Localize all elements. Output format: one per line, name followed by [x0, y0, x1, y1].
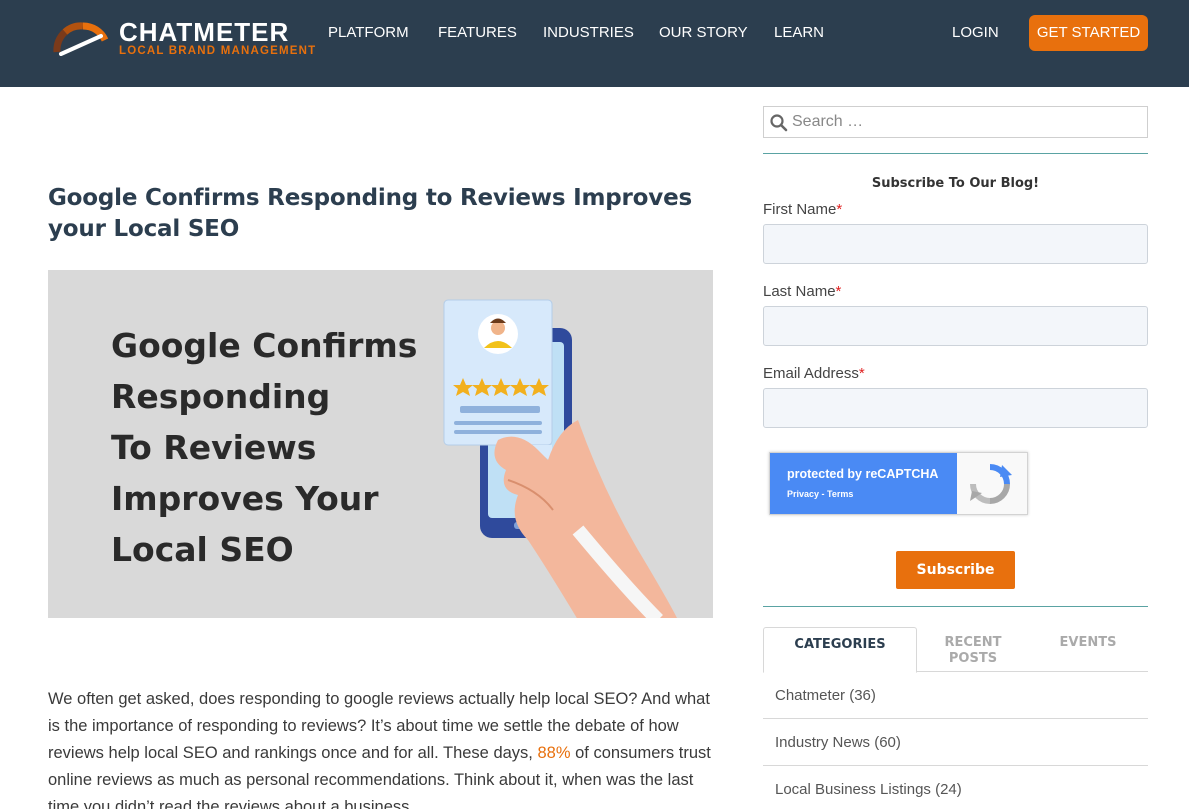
tab-recent-posts[interactable]: RECENT POSTS: [919, 627, 1027, 672]
nav-features[interactable]: FEATURES: [438, 24, 517, 42]
sidebar-tabs: CATEGORIES RECENT POSTS EVENTS: [763, 627, 1148, 673]
category-item-chatmeter[interactable]: Chatmeter (36): [763, 672, 1148, 719]
logo-tagline: LOCAL BRAND MANAGEMENT: [119, 45, 317, 57]
sidebar-divider: [763, 606, 1148, 607]
hero-headline: Google Confirms Responding To Reviews Im…: [111, 320, 441, 575]
get-started-button[interactable]: GET STARTED: [1029, 15, 1148, 51]
field-label-text: Email Address: [763, 365, 859, 382]
hero-line: To Reviews: [111, 428, 317, 467]
required-marker: *: [836, 201, 843, 218]
recaptcha-badge[interactable]: protected by reCAPTCHA Privacy - Terms: [769, 452, 1028, 515]
login-link[interactable]: LOGIN: [952, 24, 999, 42]
site-header: CHATMETER LOCAL BRAND MANAGEMENT PLATFOR…: [0, 0, 1189, 87]
hero-line: Google Confirms: [111, 326, 418, 365]
stat-link[interactable]: 88%: [537, 744, 570, 762]
field-label-text: Last Name: [763, 283, 836, 300]
recaptcha-panel: protected by reCAPTCHA Privacy - Terms: [770, 453, 957, 514]
required-marker: *: [858, 365, 865, 382]
hero-line: Responding: [111, 377, 331, 416]
gauge-logo-icon: [53, 22, 109, 56]
email-input[interactable]: [764, 389, 1147, 427]
first-name-input[interactable]: [764, 225, 1147, 263]
nav-industries[interactable]: INDUSTRIES: [543, 24, 634, 42]
nav-our-story[interactable]: OUR STORY: [659, 24, 748, 42]
email-field[interactable]: [763, 388, 1148, 428]
tab-categories[interactable]: CATEGORIES: [763, 627, 917, 673]
search-input[interactable]: [792, 107, 1142, 137]
category-item-industry-news[interactable]: Industry News (60): [763, 719, 1148, 766]
article-body: We often get asked, does responding to g…: [48, 686, 718, 809]
nav-platform[interactable]: PLATFORM: [328, 24, 409, 42]
logo-wordmark: CHATMETER: [119, 17, 290, 47]
required-marker: *: [835, 283, 842, 300]
chatmeter-logo[interactable]: CHATMETER LOCAL BRAND MANAGEMENT: [53, 17, 315, 60]
search-icon[interactable]: [770, 114, 788, 132]
last-name-field[interactable]: [763, 306, 1148, 346]
phone-review-illustration: [443, 299, 677, 618]
first-name-label: First Name*: [763, 201, 842, 218]
article-title: Google Confirms Responding to Reviews Im…: [48, 185, 692, 242]
hero-line: Local SEO: [111, 530, 294, 569]
hero-image: Google Confirms Responding To Reviews Im…: [48, 270, 713, 618]
tab-events[interactable]: EVENTS: [1033, 627, 1143, 672]
nav-learn[interactable]: LEARN: [774, 24, 824, 42]
recaptcha-text: protected by reCAPTCHA: [787, 467, 939, 481]
email-label: Email Address*: [763, 365, 865, 382]
last-name-input[interactable]: [764, 307, 1147, 345]
first-name-field[interactable]: [763, 224, 1148, 264]
field-label-text: First Name: [763, 201, 837, 218]
hero-line: Improves Your: [111, 479, 379, 518]
subscribe-button[interactable]: Subscribe: [896, 551, 1015, 589]
last-name-label: Last Name*: [763, 283, 841, 300]
recaptcha-links[interactable]: Privacy - Terms: [787, 489, 853, 499]
category-item-local-business-listings[interactable]: Local Business Listings (24): [763, 766, 1148, 809]
sidebar-divider: [763, 153, 1148, 154]
search-box: [763, 106, 1148, 138]
recaptcha-icon: [970, 464, 1012, 504]
subscribe-heading: Subscribe To Our Blog!: [871, 176, 1040, 191]
